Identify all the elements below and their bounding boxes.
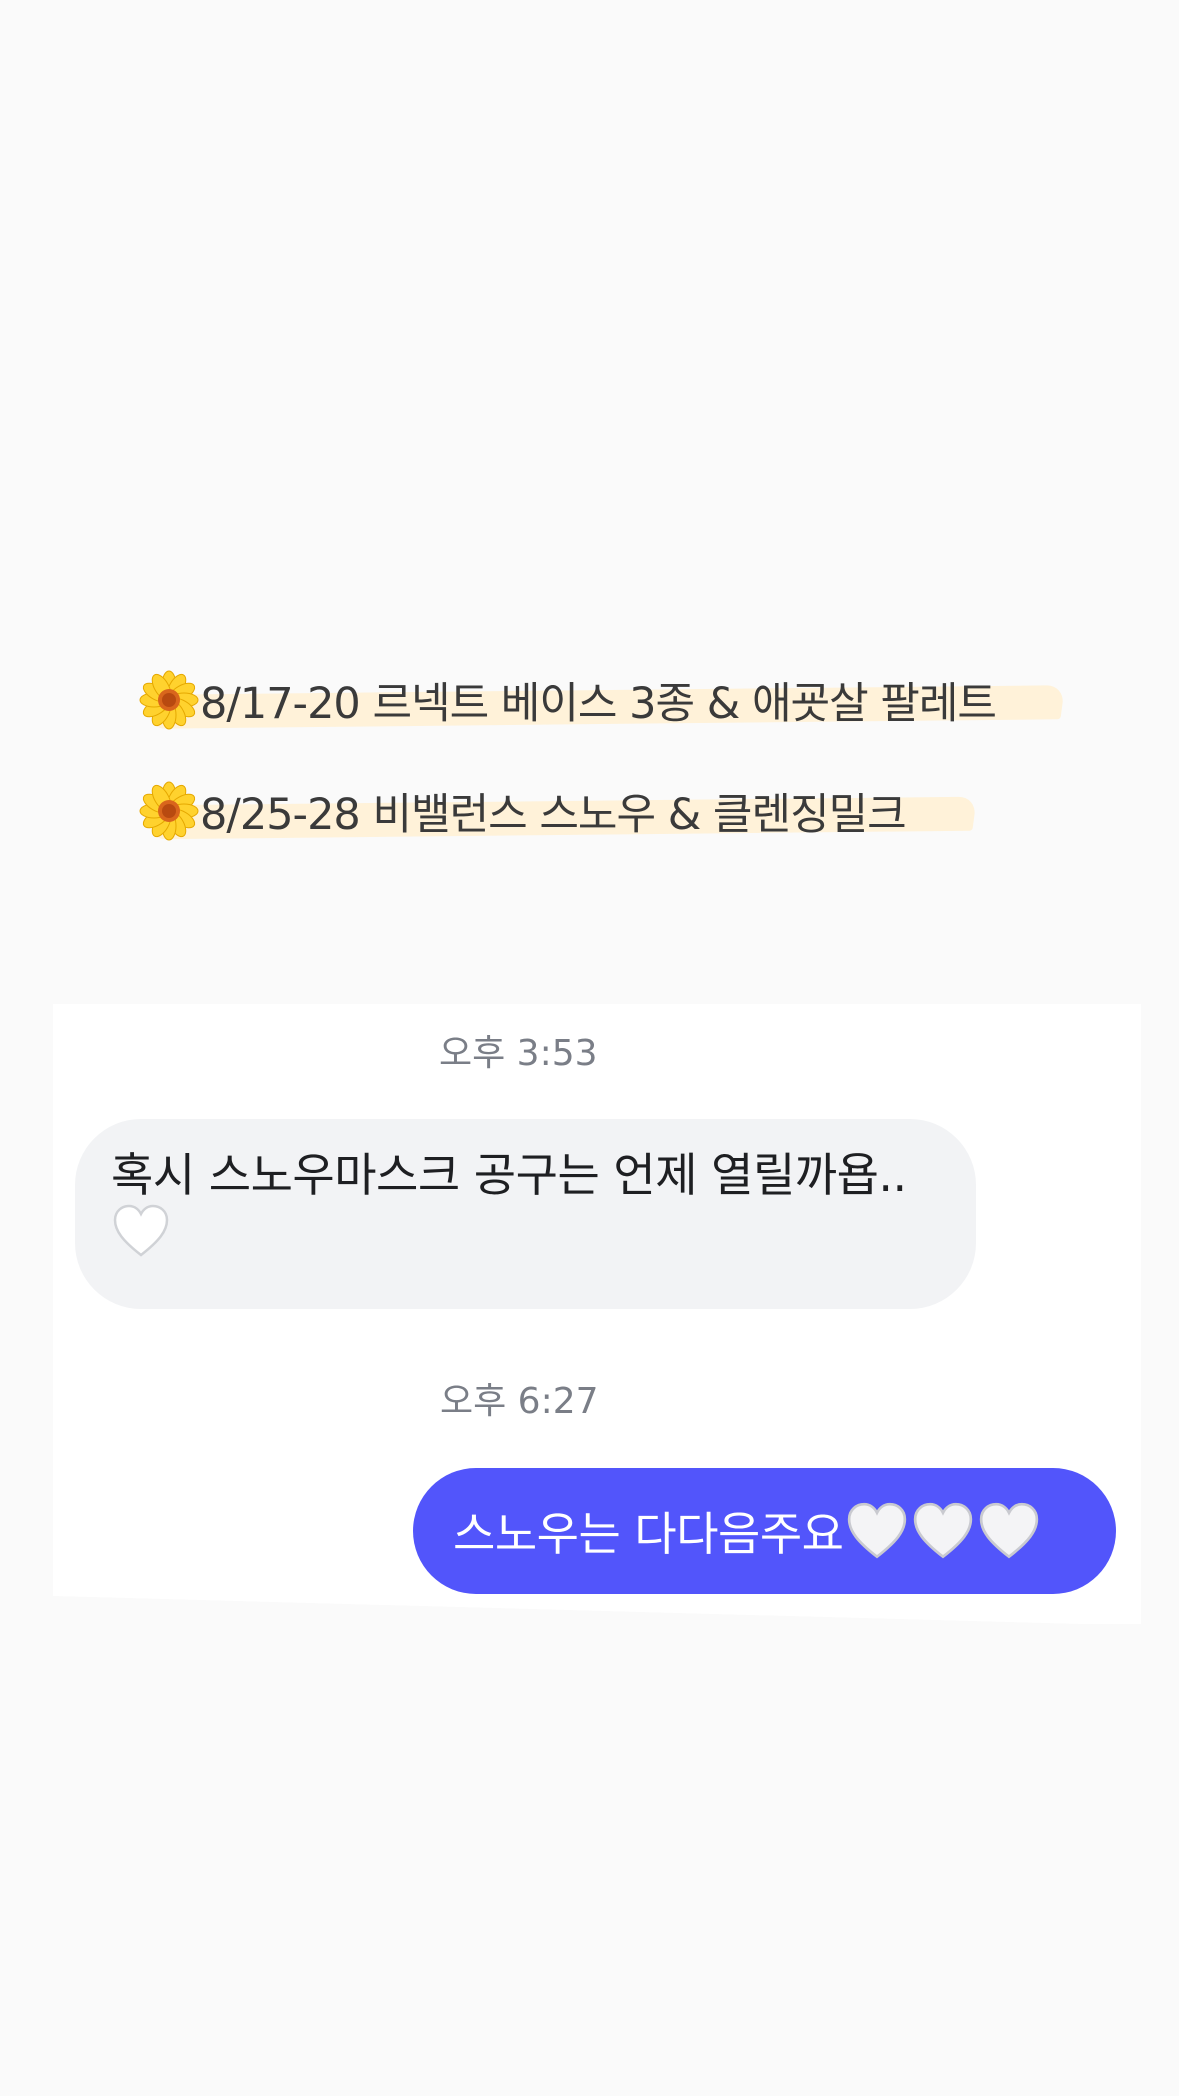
received-message-text: 혹시 스노우마스크 공구는 언제 열릴까욥.. [111, 1148, 907, 1202]
message-timestamp: 오후 6:27 [440, 1381, 599, 1422]
sent-message-bubble[interactable]: 스노우는 다다음주요 [413, 1468, 1116, 1594]
received-message-bubble[interactable]: 혹시 스노우마스크 공구는 언제 열릴까욥.. [75, 1119, 976, 1309]
white-heart-icon [979, 1502, 1038, 1559]
schedule-item-text: 8/25-28 비밸런스 스노우 & 클렌징밀크 [200, 790, 907, 840]
schedule-item-text: 8/17-20 르넥트 베이스 3종 & 애굣살 팔레트 [200, 679, 997, 729]
white-heart-icon [913, 1502, 972, 1559]
sent-message-text: 스노우는 다다음주요 [453, 1507, 844, 1561]
sunflower-icon [139, 670, 199, 730]
message-timestamp: 오후 3:53 [439, 1033, 598, 1074]
white-heart-icon [847, 1502, 906, 1559]
schedule-item: 8/25-28 비밸런스 스노우 & 클렌징밀크 [138, 779, 1098, 843]
schedule-list: 8/17-20 르넥트 베이스 3종 & 애굣살 팔레트 8/25-28 비밸런… [138, 668, 1098, 890]
schedule-item: 8/17-20 르넥트 베이스 3종 & 애굣살 팔레트 [138, 668, 1098, 732]
white-heart-icon [113, 1204, 169, 1257]
sunflower-icon [139, 781, 199, 841]
